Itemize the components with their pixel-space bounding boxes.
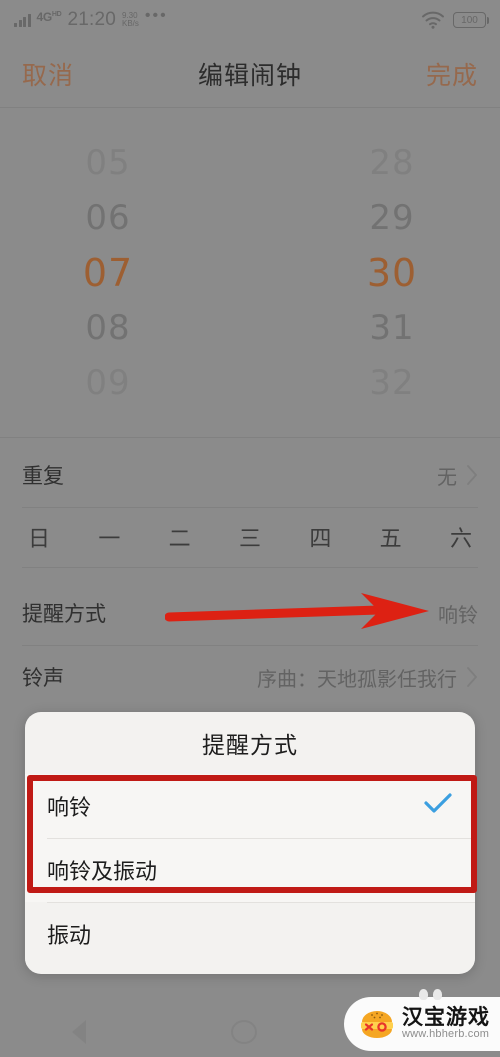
phone-screen: 4GHD 21:20 9.30 KB/s ••• 100 取消 编辑闹钟 完成 … <box>0 0 500 1057</box>
watermark-ears-decoration <box>419 989 442 1000</box>
watermark-url: www.hbherb.com <box>402 1028 490 1041</box>
annotation-arrow <box>165 593 429 629</box>
dialog-option-label: 响铃 <box>47 795 92 820</box>
dialog-option-label: 振动 <box>47 923 92 948</box>
watermark: 汉宝游戏 www.hbherb.com <box>344 989 500 1051</box>
dialog-option-ring[interactable]: 响铃 <box>25 774 475 838</box>
watermark-text: 汉宝游戏 www.hbherb.com <box>402 1007 490 1041</box>
dialog-title: 提醒方式 <box>202 732 298 758</box>
check-icon <box>423 791 453 821</box>
alert-mode-dialog: 提醒方式 响铃 响铃及振动 振动 <box>25 712 475 974</box>
dialog-option-ring-vibrate[interactable]: 响铃及振动 <box>25 838 475 902</box>
burger-logo-icon <box>361 1011 393 1038</box>
dialog-option-vibrate[interactable]: 振动 <box>25 902 475 966</box>
watermark-name: 汉宝游戏 <box>402 1006 490 1030</box>
dialog-option-label: 响铃及振动 <box>47 859 158 884</box>
